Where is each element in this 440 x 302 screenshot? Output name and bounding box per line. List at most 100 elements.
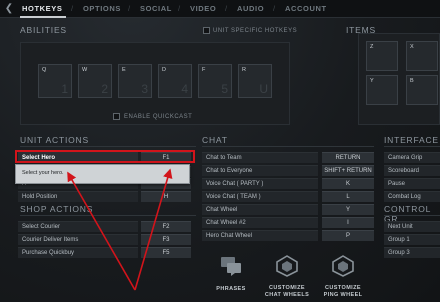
row-label: Chat to Team bbox=[202, 152, 318, 163]
row-label: Camera Grip bbox=[384, 152, 440, 163]
ability-slot-r[interactable]: R U bbox=[238, 64, 272, 98]
shop-action-row-courier-deliver[interactable]: Courier Deliver Items F3 bbox=[18, 234, 194, 245]
hotkey-button[interactable]: RETURN bbox=[322, 152, 374, 163]
row-label: Select Courier bbox=[18, 221, 138, 232]
chat-row-chat-wheel-2[interactable]: Chat Wheel #2 I bbox=[202, 217, 374, 228]
tab-separator: / bbox=[225, 4, 228, 13]
interface-row-pause[interactable]: Pause bbox=[384, 178, 440, 189]
tab-video[interactable]: VIDEO bbox=[190, 4, 216, 13]
unit-actions-divider bbox=[20, 146, 196, 147]
shop-action-row-select-courier[interactable]: Select Courier F2 bbox=[18, 221, 194, 232]
row-label: Group 1 bbox=[384, 234, 440, 245]
control-group-row-group-1[interactable]: Group 1 bbox=[384, 234, 440, 245]
row-label: Scoreboard bbox=[384, 165, 440, 176]
ability-slot-f[interactable]: F 5 bbox=[198, 64, 232, 98]
ability-slot-key: F bbox=[202, 67, 206, 73]
customize-label: CUSTOMIZE bbox=[325, 285, 361, 291]
ability-slot-q[interactable]: Q 1 bbox=[38, 64, 72, 98]
tab-hotkeys[interactable]: HOTKEYS bbox=[22, 4, 62, 13]
unit-actions-title: UNIT ACTIONS bbox=[20, 135, 89, 145]
tab-options[interactable]: OPTIONS bbox=[83, 4, 121, 13]
chat-divider bbox=[202, 146, 374, 147]
customize-chat-wheels-button[interactable]: CUSTOMIZE CHAT WHEELS bbox=[262, 255, 312, 299]
row-label: Voice Chat ( TEAM ) bbox=[202, 191, 318, 202]
ability-slot-number: 5 bbox=[221, 82, 228, 96]
tooltip-text: Select your hero. bbox=[22, 170, 64, 176]
item-slot-x[interactable]: X bbox=[406, 41, 438, 71]
row-label: Hero Chat Wheel bbox=[202, 230, 318, 241]
row-label: Group 3 bbox=[384, 247, 440, 258]
tab-separator: / bbox=[128, 4, 131, 13]
row-label: Chat Wheel bbox=[202, 204, 318, 215]
row-label: Voice Chat ( PARTY ) bbox=[202, 178, 318, 189]
hotkey-button[interactable]: L bbox=[322, 191, 374, 202]
item-slot-key: X bbox=[410, 44, 414, 50]
enable-quickcast-checkbox[interactable] bbox=[113, 113, 120, 120]
ability-slot-w[interactable]: W 2 bbox=[78, 64, 112, 98]
tab-audio[interactable]: AUDIO bbox=[237, 4, 264, 13]
customize-ping-wheel-button[interactable]: CUSTOMIZE PING WHEEL bbox=[318, 255, 368, 299]
ability-slot-d[interactable]: D 4 bbox=[158, 64, 192, 98]
interface-title: INTERFACE bbox=[384, 135, 439, 145]
phrases-button[interactable]: PHRASES bbox=[212, 255, 250, 299]
ability-slot-key: D bbox=[162, 67, 166, 73]
interface-row-combat-log[interactable]: Combat Log bbox=[384, 191, 440, 202]
ability-slot-number: 1 bbox=[61, 82, 68, 96]
unit-action-row-hold-position[interactable]: Hold Position H bbox=[18, 191, 194, 202]
abilities-title: ABILITIES bbox=[20, 25, 67, 35]
chat-row-voice-team[interactable]: Voice Chat ( TEAM ) L bbox=[202, 191, 374, 202]
ability-slot-number: 2 bbox=[101, 82, 108, 96]
highlight-box bbox=[15, 150, 195, 163]
customize-label: CUSTOMIZE bbox=[269, 285, 305, 291]
chat-row-hero-chat-wheel[interactable]: Hero Chat Wheel P bbox=[202, 230, 374, 241]
unit-specific-hotkeys-checkbox[interactable] bbox=[203, 27, 210, 34]
ability-slot-e[interactable]: E 3 bbox=[118, 64, 152, 98]
row-label: Combat Log bbox=[384, 191, 440, 202]
chat-wheel-icon bbox=[276, 255, 298, 277]
row-label: Pause bbox=[384, 178, 440, 189]
item-slot-y[interactable]: Y bbox=[366, 75, 398, 105]
ability-slot-key: E bbox=[122, 67, 126, 73]
item-slot-b[interactable]: B bbox=[406, 75, 438, 105]
enable-quickcast-label: ENABLE QUICKCAST bbox=[124, 114, 193, 120]
tab-social[interactable]: SOCIAL bbox=[140, 4, 172, 13]
ping-wheel-label: PING WHEEL bbox=[323, 292, 363, 298]
hotkey-button[interactable]: K bbox=[322, 178, 374, 189]
ping-wheel-icon bbox=[332, 255, 354, 277]
control-group-row-group-3[interactable]: Group 3 bbox=[384, 247, 440, 258]
row-label: Next Unit bbox=[384, 221, 440, 232]
row-label: Courier Deliver Items bbox=[18, 234, 138, 245]
control-group-row-next-unit[interactable]: Next Unit bbox=[384, 221, 440, 232]
chat-row-voice-party[interactable]: Voice Chat ( PARTY ) K bbox=[202, 178, 374, 189]
ability-slot-number: U bbox=[259, 82, 268, 96]
top-navigation: ❮ HOTKEYS / OPTIONS / SOCIAL / VIDEO / A… bbox=[0, 0, 440, 18]
back-arrow-icon[interactable]: ❮ bbox=[3, 3, 15, 15]
hotkey-button[interactable]: P bbox=[322, 230, 374, 241]
tab-account[interactable]: ACCOUNT bbox=[285, 4, 327, 13]
shop-actions-title: SHOP ACTIONS bbox=[20, 204, 94, 214]
chat-row-chat-to-team[interactable]: Chat to Team RETURN bbox=[202, 152, 374, 163]
hotkey-button[interactable]: Y bbox=[322, 204, 374, 215]
chat-row-chat-wheel[interactable]: Chat Wheel Y bbox=[202, 204, 374, 215]
hotkey-button[interactable]: I bbox=[322, 217, 374, 228]
interface-row-scoreboard[interactable]: Scoreboard bbox=[384, 165, 440, 176]
hotkey-button[interactable]: F3 bbox=[141, 234, 191, 245]
hotkey-button[interactable]: F5 bbox=[141, 247, 191, 258]
item-slot-z[interactable]: Z bbox=[366, 41, 398, 71]
item-slot-key: B bbox=[410, 78, 414, 84]
chat-bubbles-icon bbox=[221, 257, 241, 276]
row-label: Chat Wheel #2 bbox=[202, 217, 318, 228]
shop-action-row-purchase-quickbuy[interactable]: Purchase Quickbuy F5 bbox=[18, 247, 194, 258]
chat-wheels-label: CHAT WHEELS bbox=[264, 292, 310, 298]
row-label: Purchase Quickbuy bbox=[18, 247, 138, 258]
item-slot-key: Y bbox=[370, 78, 374, 84]
chat-row-chat-to-everyone[interactable]: Chat to Everyone SHIFT+ RETURN bbox=[202, 165, 374, 176]
interface-row-camera-grip[interactable]: Camera Grip bbox=[384, 152, 440, 163]
hotkey-button[interactable]: F2 bbox=[141, 221, 191, 232]
row-label: Hold Position bbox=[18, 191, 138, 202]
hotkey-button[interactable]: SHIFT+ RETURN bbox=[322, 165, 374, 176]
hotkey-button[interactable]: H bbox=[141, 191, 191, 202]
ability-slot-number: 4 bbox=[181, 82, 188, 96]
tab-separator: / bbox=[273, 4, 276, 13]
active-tab-indicator bbox=[20, 16, 66, 18]
